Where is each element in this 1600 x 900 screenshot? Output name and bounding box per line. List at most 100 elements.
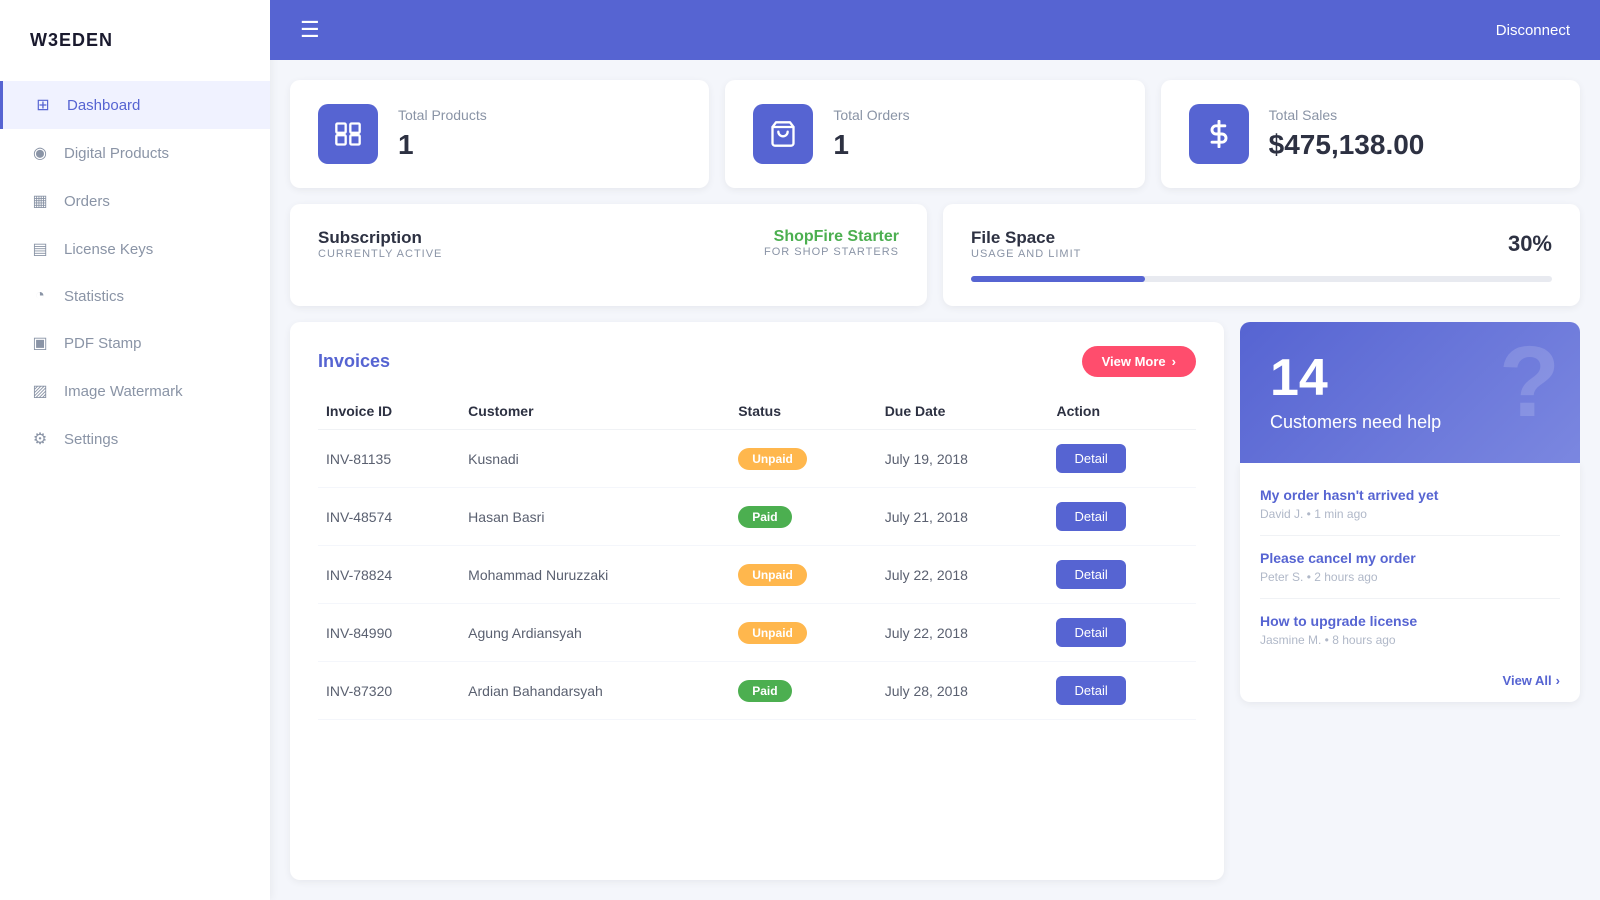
sidebar-label-orders: Orders <box>64 193 110 210</box>
top-header: ☰ Disconnect <box>270 0 1600 60</box>
subscription-plan: ShopFire Starter <box>764 228 899 246</box>
invoice-due-date: July 21, 2018 <box>877 488 1049 546</box>
orders-icon <box>753 104 813 164</box>
filespace-subtitle: Usage and Limit <box>971 248 1081 260</box>
total-sales-card: Total Sales $475,138.00 <box>1161 80 1580 188</box>
ticket-meta: David J. • 1 min ago <box>1260 507 1560 521</box>
detail-button[interactable]: Detail <box>1056 502 1125 531</box>
sidebar-item-dashboard[interactable]: ⊞ Dashboard <box>0 81 270 129</box>
hamburger-menu[interactable]: ☰ <box>300 17 320 43</box>
invoice-status: Unpaid <box>730 604 877 662</box>
sales-icon <box>1189 104 1249 164</box>
invoice-action: Detail <box>1048 662 1196 720</box>
invoices-card: Invoices View More › Invoice IDCustomerS… <box>290 322 1224 880</box>
invoice-customer: Kusnadi <box>460 430 730 488</box>
question-mark-icon: ? <box>1499 332 1560 432</box>
main-content: ☰ Disconnect Total Products 1 <box>270 0 1600 900</box>
list-item[interactable]: How to upgrade license Jasmine M. • 8 ho… <box>1260 599 1560 661</box>
invoice-status: Paid <box>730 488 877 546</box>
sidebar-label-digital-products: Digital Products <box>64 145 169 162</box>
invoice-customer: Ardian Bahandarsyah <box>460 662 730 720</box>
sidebar-item-digital-products[interactable]: ◉ Digital Products <box>0 129 270 177</box>
status-badge: Unpaid <box>738 622 807 644</box>
subscription-title: Subscription <box>318 228 442 248</box>
bottom-row: Invoices View More › Invoice IDCustomerS… <box>290 322 1580 880</box>
col-status: Status <box>730 393 877 430</box>
sidebar-label-license-keys: License Keys <box>64 241 153 258</box>
sidebar-item-image-watermark[interactable]: ▨ Image Watermark <box>0 367 270 415</box>
invoice-due-date: July 19, 2018 <box>877 430 1049 488</box>
invoice-due-date: July 28, 2018 <box>877 662 1049 720</box>
help-card: 14 Customers need help ? My order hasn't… <box>1240 322 1580 880</box>
products-label: Total Products <box>398 107 487 123</box>
view-all-link[interactable]: View All › <box>1260 661 1560 692</box>
sidebar-item-settings[interactable]: ⚙ Settings <box>0 415 270 463</box>
view-more-button[interactable]: View More › <box>1082 346 1196 377</box>
orders-value: 1 <box>833 129 909 161</box>
invoice-action: Detail <box>1048 604 1196 662</box>
invoice-action: Detail <box>1048 430 1196 488</box>
orders-label: Total Orders <box>833 107 909 123</box>
list-item[interactable]: Please cancel my order Peter S. • 2 hour… <box>1260 536 1560 599</box>
sidebar-item-orders[interactable]: ▦ Orders <box>0 177 270 225</box>
sidebar-label-settings: Settings <box>64 431 118 448</box>
table-row: INV-81135 Kusnadi Unpaid July 19, 2018 D… <box>318 430 1196 488</box>
invoice-customer: Mohammad Nuruzzaki <box>460 546 730 604</box>
progress-bar-fill <box>971 276 1145 282</box>
help-banner: 14 Customers need help ? <box>1240 322 1580 463</box>
sidebar-item-license-keys[interactable]: ▤ License Keys <box>0 225 270 273</box>
table-row: INV-87320 Ardian Bahandarsyah Paid July … <box>318 662 1196 720</box>
subscription-plan-desc: For Shop Starters <box>764 246 899 258</box>
detail-button[interactable]: Detail <box>1056 618 1125 647</box>
pdf-stamp-icon: ▣ <box>30 333 50 353</box>
sidebar: W3EDEN ⊞ Dashboard ◉ Digital Products ▦ … <box>0 0 270 900</box>
detail-button[interactable]: Detail <box>1056 676 1125 705</box>
disconnect-button[interactable]: Disconnect <box>1496 22 1570 39</box>
filespace-percent: 30% <box>1508 231 1552 257</box>
detail-button[interactable]: Detail <box>1056 560 1125 589</box>
image-watermark-icon: ▨ <box>30 381 50 401</box>
status-badge: Unpaid <box>738 564 807 586</box>
products-value: 1 <box>398 129 487 161</box>
list-item[interactable]: My order hasn't arrived yet David J. • 1… <box>1260 473 1560 536</box>
table-row: INV-78824 Mohammad Nuruzzaki Unpaid July… <box>318 546 1196 604</box>
statistics-icon: ◔ <box>30 287 50 305</box>
col-invoice-id: Invoice ID <box>318 393 460 430</box>
sales-label: Total Sales <box>1269 107 1425 123</box>
invoice-status: Unpaid <box>730 546 877 604</box>
ticket-meta: Peter S. • 2 hours ago <box>1260 570 1560 584</box>
col-customer: Customer <box>460 393 730 430</box>
orders-icon: ▦ <box>30 191 50 211</box>
dashboard-icon: ⊞ <box>33 95 53 115</box>
stats-row: Total Products 1 Total Orders 1 <box>290 80 1580 188</box>
ticket-title: My order hasn't arrived yet <box>1260 487 1560 503</box>
invoice-id: INV-84990 <box>318 604 460 662</box>
sidebar-item-statistics[interactable]: ◔ Statistics <box>0 273 270 319</box>
invoice-id: INV-78824 <box>318 546 460 604</box>
digital-products-icon: ◉ <box>30 143 50 163</box>
progress-bar-background <box>971 276 1552 282</box>
ticket-title: How to upgrade license <box>1260 613 1560 629</box>
subscription-card: Subscription Currently Active ShopFire S… <box>290 204 927 306</box>
invoice-status: Unpaid <box>730 430 877 488</box>
total-orders-card: Total Orders 1 <box>725 80 1144 188</box>
help-tickets-list: My order hasn't arrived yet David J. • 1… <box>1240 463 1580 702</box>
brand-logo: W3EDEN <box>0 30 270 81</box>
invoice-action: Detail <box>1048 546 1196 604</box>
col-action: Action <box>1048 393 1196 430</box>
sales-value: $475,138.00 <box>1269 129 1425 161</box>
col-due-date: Due Date <box>877 393 1049 430</box>
status-badge: Unpaid <box>738 448 807 470</box>
invoice-action: Detail <box>1048 488 1196 546</box>
table-row: INV-84990 Agung Ardiansyah Unpaid July 2… <box>318 604 1196 662</box>
content-area: Total Products 1 Total Orders 1 <box>270 60 1600 900</box>
invoice-due-date: July 22, 2018 <box>877 546 1049 604</box>
invoice-status: Paid <box>730 662 877 720</box>
invoice-id: INV-81135 <box>318 430 460 488</box>
invoice-customer: Agung Ardiansyah <box>460 604 730 662</box>
sidebar-item-pdf-stamp[interactable]: ▣ PDF Stamp <box>0 319 270 367</box>
filespace-card: File Space Usage and Limit 30% <box>943 204 1580 306</box>
detail-button[interactable]: Detail <box>1056 444 1125 473</box>
license-keys-icon: ▤ <box>30 239 50 259</box>
invoices-title: Invoices <box>318 351 390 372</box>
